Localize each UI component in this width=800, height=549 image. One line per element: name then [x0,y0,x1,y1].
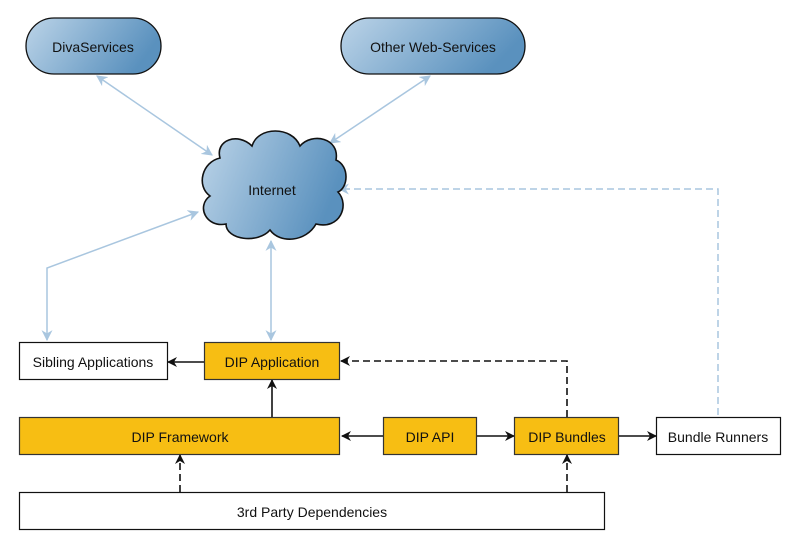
edge-internet-divaservices [96,75,213,156]
node-dip-application: DIP Application [203,341,341,381]
third-party-dependencies-label: 3rd Party Dependencies [237,504,387,520]
node-dip-bundles: DIP Bundles [513,416,620,456]
edge-bundle-runners-internet [337,183,719,415]
edge-bundles-application [340,356,568,417]
node-third-party-dependencies: 3rd Party Dependencies [18,491,606,531]
node-other-web-services: Other Web-Services [340,17,526,75]
node-bundle-runners: Bundle Runners [655,416,782,456]
other-web-services-label: Other Web-Services [370,39,496,55]
architecture-diagram: DivaServices Other Web-Services Internet… [18,17,782,531]
dip-application-label: DIP Application [225,354,320,370]
sibling-applications-label: Sibling Applications [33,354,154,370]
node-dip-api: DIP API [382,416,478,456]
divaservices-label: DivaServices [52,39,134,55]
edge-internet-other-web-services [329,75,431,144]
internet-label: Internet [248,182,296,198]
dip-bundles-label: DIP Bundles [528,429,606,445]
dip-api-label: DIP API [406,429,455,445]
edge-internet-sibling-applications [41,210,200,342]
node-internet: Internet [201,130,347,240]
node-divaservices: DivaServices [25,17,162,75]
node-sibling-applications: Sibling Applications [18,341,169,381]
bundle-runners-label: Bundle Runners [668,429,768,445]
dip-framework-label: DIP Framework [132,429,230,445]
node-dip-framework: DIP Framework [18,416,341,456]
